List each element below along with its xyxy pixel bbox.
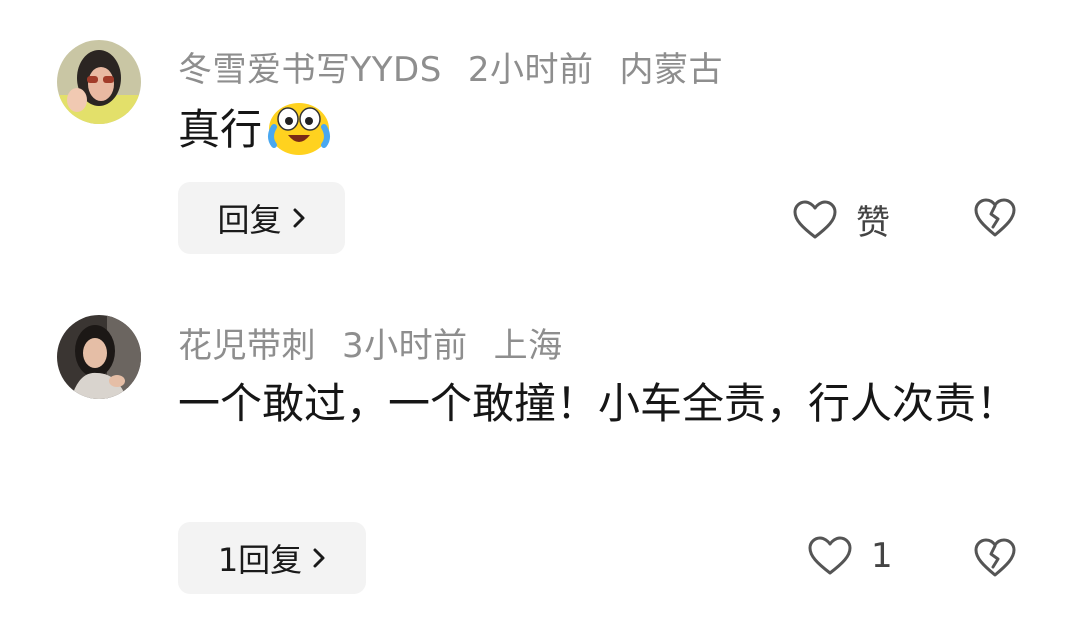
comment-text: 一个敢过，一个敢撞！小车全责，行人次责！ (178, 372, 1018, 436)
avatar[interactable] (57, 315, 141, 399)
comment-meta: 花児带刺 3小时前 上海 (178, 318, 589, 367)
heart-outline-icon (808, 536, 852, 575)
like-label: 赞 (856, 203, 890, 243)
timestamp: 3小时前 (342, 326, 468, 366)
reply-button[interactable]: 1回复 (178, 522, 366, 594)
avatar[interactable] (57, 40, 141, 124)
comment-meta: 冬雪爱书写YYDS 2小时前 内蒙古 (178, 42, 749, 91)
comment-text: 真行 (178, 98, 1018, 163)
like-button[interactable]: 赞 (792, 195, 890, 244)
comment-text-content: 真行 (178, 105, 263, 154)
comment-text-content: 一个敢过，一个敢撞！小车全责，行人次责！ (178, 379, 1019, 428)
username[interactable]: 花児带刺 (178, 326, 316, 366)
reply-label: 1回复 (217, 541, 303, 579)
chevron-right-icon (293, 208, 304, 228)
location: 内蒙古 (619, 50, 723, 90)
timestamp: 2小时前 (467, 50, 594, 90)
broken-heart-icon[interactable] (973, 537, 1017, 579)
username[interactable]: 冬雪爱书写YYDS (178, 50, 442, 90)
chevron-right-icon (313, 548, 325, 568)
like-button[interactable]: 1 (807, 535, 893, 577)
location: 上海 (493, 326, 563, 366)
like-count: 1 (871, 536, 893, 576)
crying-laughing-emoji-icon (268, 102, 331, 155)
heart-outline-icon (793, 200, 837, 238)
reply-label: 回复 (217, 201, 282, 239)
broken-heart-icon[interactable] (973, 197, 1017, 239)
reply-button[interactable]: 回复 (178, 182, 345, 254)
